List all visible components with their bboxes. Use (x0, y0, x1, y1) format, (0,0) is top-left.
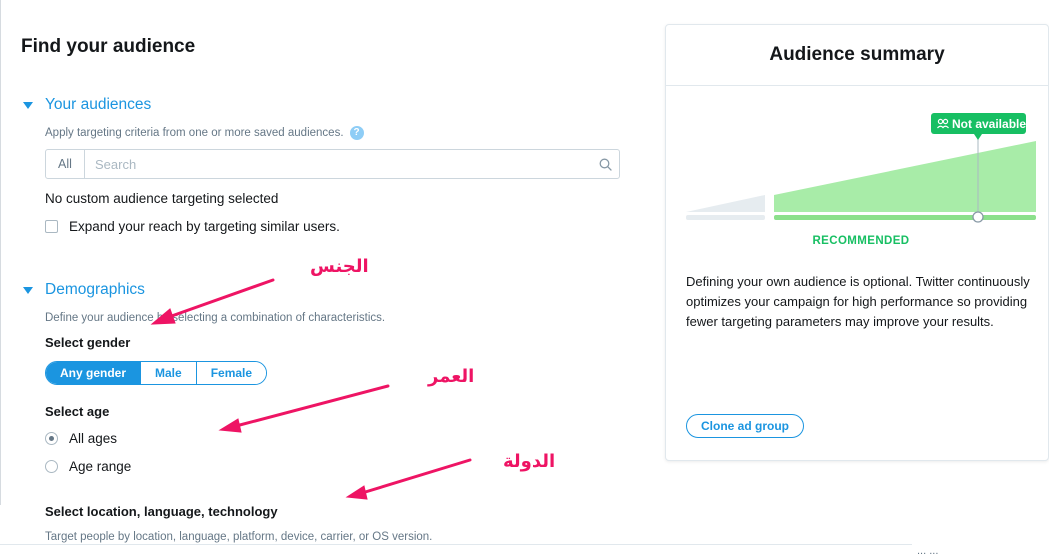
expand-reach-option[interactable]: Expand your reach by targeting similar u… (45, 219, 340, 234)
summary-title: Audience summary (769, 44, 945, 65)
gauge-narrow-bar (686, 215, 765, 220)
your-audiences-hint: Apply targeting criteria from one or mor… (45, 126, 364, 140)
search-icon[interactable] (591, 150, 619, 178)
your-audiences-hint-text: Apply targeting criteria from one or mor… (45, 127, 344, 140)
expand-reach-label: Expand your reach by targeting similar u… (69, 219, 340, 234)
audience-search: All (45, 149, 620, 179)
caret-down-icon (23, 286, 33, 294)
audience-size-gauge: Not available RECOMMENDED (686, 113, 1036, 247)
annotation-age: العمر (428, 366, 475, 387)
expand-reach-checkbox[interactable] (45, 220, 58, 233)
gender-male-button[interactable]: Male (141, 362, 197, 384)
select-age-heading: Select age (45, 404, 110, 419)
age-all-option[interactable]: All ages (45, 431, 117, 446)
annotation-country: الدولة (503, 451, 556, 472)
age-range-radio[interactable] (45, 460, 58, 473)
recommended-label: RECOMMENDED (812, 235, 909, 247)
audience-search-input[interactable] (85, 150, 591, 178)
no-custom-audience-text: No custom audience targeting selected (45, 191, 279, 206)
page-title: Find your audience (21, 36, 196, 57)
caret-down-icon (23, 101, 33, 109)
select-location-heading: Select location, language, technology (45, 504, 278, 519)
gender-selector: Any gender Male Female (45, 361, 268, 385)
demographics-heading: Demographics (45, 281, 145, 298)
age-all-label: All ages (69, 431, 118, 446)
clone-ad-group-button[interactable]: Clone ad group (686, 414, 804, 438)
demographics-hint: Define your audience by selecting a comb… (45, 312, 386, 324)
demographics-toggle[interactable]: Demographics (23, 281, 145, 299)
badge-pointer (974, 134, 982, 140)
help-icon[interactable]: ? (349, 126, 364, 140)
gauge-recommended-bar (774, 215, 1036, 220)
gauge-recommended-fill (774, 141, 1036, 212)
age-all-radio[interactable] (45, 432, 58, 445)
select-gender-heading: Select gender (45, 335, 131, 350)
gender-female-button[interactable]: Female (196, 362, 267, 384)
summary-description: Defining your own audience is optional. … (686, 274, 1030, 329)
not-available-badge: Not available (952, 117, 1026, 131)
footer-fragment: ... ... (917, 545, 939, 557)
location-hint: Target people by location, language, pla… (45, 531, 433, 543)
age-range-option[interactable]: Age range (45, 459, 131, 474)
gauge-marker-handle (972, 211, 984, 223)
your-audiences-toggle[interactable]: Your audiences (23, 96, 151, 114)
annotation-gender: الجنس (310, 256, 369, 277)
gender-any-button[interactable]: Any gender (46, 362, 142, 384)
summary-header: Audience summary (666, 25, 1048, 86)
footer-divider (0, 544, 912, 545)
search-scope-all[interactable]: All (46, 150, 85, 178)
your-audiences-heading: Your audiences (45, 96, 152, 113)
gauge-narrow-segment (686, 195, 765, 212)
age-range-label: Age range (69, 459, 132, 474)
audience-summary-card: Audience summary Not available RECOMMEND… (665, 24, 1049, 461)
